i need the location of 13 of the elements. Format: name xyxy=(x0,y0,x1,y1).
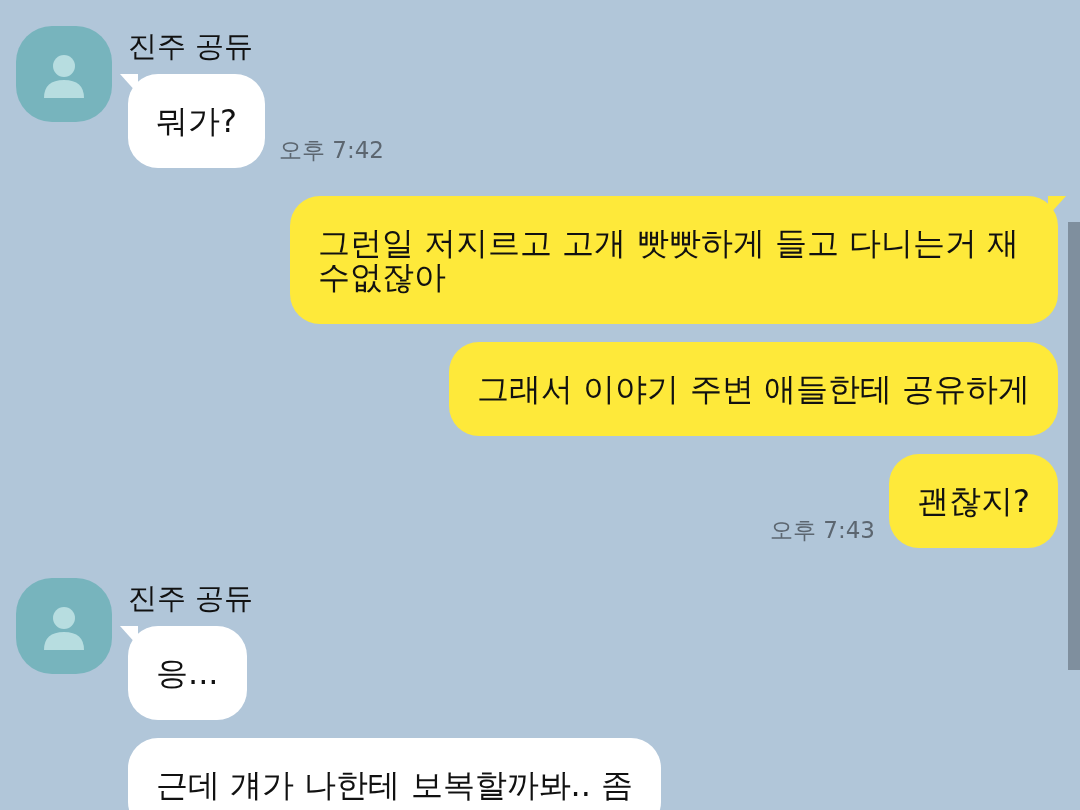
message-bubble: 뭐가? xyxy=(128,74,265,168)
scrollbar[interactable] xyxy=(1068,222,1080,670)
message-bubble: 응... xyxy=(128,626,247,720)
message-time: 오후 7:43 xyxy=(770,516,875,545)
message-time: 오후 7:42 xyxy=(279,136,384,165)
avatar-icon[interactable] xyxy=(16,26,112,122)
sender-name: 진주 공듀 xyxy=(128,28,255,64)
sender-name: 진주 공듀 xyxy=(128,580,255,616)
message-bubble: 근데 걔가 나한테 보복할까봐.. 좀 xyxy=(128,738,662,810)
message-bubble: 그런일 저지르고 고개 빳빳하게 들고 다니는거 재수없잖아 xyxy=(290,196,1058,324)
message-bubble: 괜찮지? xyxy=(889,454,1058,548)
avatar-icon[interactable] xyxy=(16,578,112,674)
message-bubble: 그래서 이야기 주변 애들한테 공유하게 xyxy=(449,342,1058,436)
